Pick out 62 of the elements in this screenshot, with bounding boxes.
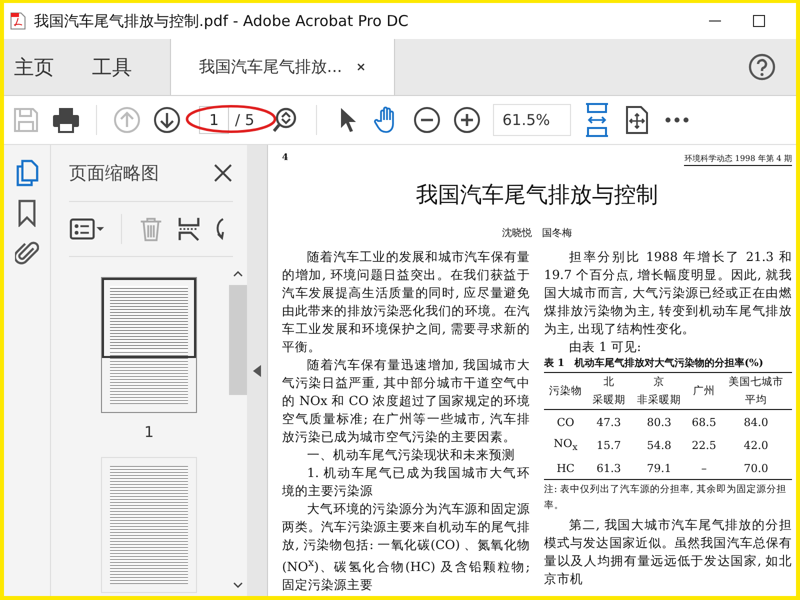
close-icon[interactable] [213, 163, 233, 183]
document-tab[interactable]: 我国汽车尾气排放... [170, 39, 395, 95]
zoom-in-icon[interactable] [453, 106, 482, 134]
panel-title: 页面缩略图 [69, 162, 159, 185]
authors: 沈晓悦 国冬梅 [501, 226, 573, 240]
table-cell: 54.8 [646, 439, 672, 452]
table-note: 注: 表中仅列出了汽车源的分担率, 其余即为固定源分担率。 [544, 483, 788, 514]
paragraph: 第二, 我国大城市汽车尾气排放的分担模式与发达国家近似。虽然我国汽车总保有量以及人均拥有量远远低于发达国家, 如北京市机 [544, 516, 792, 588]
paperclip-icon[interactable] [15, 239, 39, 267]
pages-icon[interactable] [15, 159, 39, 187]
table-cell: 80.3 [646, 416, 672, 429]
column-header: 美国七城市 [728, 376, 784, 388]
paragraph: 随着汽车工业的发展和城市汽车保有量的增加, 环境问题日益突出。在我们获益于汽车发展提高生活质量的同时, 应尽量避免由此带来的排放污染恶化我们的环境。在汽车工业发展和环境保护之间, 需要寻求新的平衡。 [282, 248, 530, 356]
close-icon[interactable] [356, 62, 366, 72]
column-header: 污染物 [549, 385, 582, 397]
journal-header: 环境科学动态 1998 年第 4 期 [684, 153, 792, 166]
page-total: / 5 [235, 111, 254, 129]
page-thumbnail[interactable] [101, 277, 197, 413]
table-cell: 47.3 [596, 416, 621, 429]
maximize-icon[interactable] [752, 14, 766, 28]
page-label: 1 [144, 423, 154, 441]
zoom-out-icon[interactable] [413, 106, 442, 134]
paragraph: 由表 1 可见: [568, 338, 642, 356]
table-cell: 61.3 [596, 462, 621, 476]
paragraph: 大气环境的污染源分为汽车源和固定源两类。汽车污染源主要来自机动车的尾气排放, 污染物包括: 一氧化碳(CO) 、氮氧化物(NO$^{x}$)、碳氢化合物(HC) 及含铅颗粒物; 固定污染源主要 [282, 500, 530, 594]
scroll-up-icon[interactable] [233, 271, 243, 277]
table-cell: 84.0 [744, 416, 768, 429]
table-cell: 68.5 [692, 416, 716, 429]
table-cell: NO$_{x}$ [554, 437, 578, 450]
column-header: 平均 [744, 394, 767, 406]
column-header: 采暖期 [592, 394, 626, 406]
column-header: 京 [654, 376, 665, 388]
table-cell: 15.7 [596, 439, 621, 452]
article-title: 我国汽车尾气排放与控制 [415, 182, 659, 210]
menu-tab[interactable]: 主页 [4, 39, 64, 95]
column-header: 广州 [692, 385, 715, 397]
column-header: 北 [603, 376, 614, 388]
table-cell: – [701, 462, 707, 476]
paragraph: 1. 机动车尾气已成为我国城市大气环境的主要污染源 [282, 464, 530, 500]
window-title: 我国汽车尾气排放与控制.pdf - Adobe Acrobat Pro DC [34, 12, 410, 30]
column-header: 非采暖期 [637, 394, 682, 406]
zoom-dropdown[interactable]: 61.5% [493, 104, 572, 136]
table-cell: HC [556, 462, 575, 476]
paragraph: 担率分别比 1988 年增长了 21.3 和 19.7 个百分点, 增长幅度明显。因此, 就我国大城市而言, 大气污染源已经或正在由燃煤排放污染物为主, 转变到机动车尾气排放为主, 出现了结构性变化。 [544, 248, 792, 338]
scrollbar-thumb[interactable] [229, 285, 247, 395]
menu-tab[interactable]: 工具 [82, 39, 142, 95]
pdf-file-icon [10, 12, 26, 30]
table-cell: 70.0 [744, 462, 768, 476]
paragraph: 随着汽车保有量迅速增加, 我国城市大气污染日益严重, 其中部分城市干道空气中的 NOx 和 CO 浓度超过了国家规定的环境空气质量标准; 在广州等一些城市, 汽车排放污染已成为城市空气污染的主要因素。 [282, 356, 530, 446]
print-icon[interactable] [52, 106, 80, 134]
collapse-arrow-icon[interactable] [253, 364, 261, 376]
table-cell: 22.5 [692, 439, 716, 452]
table-cell: CO [556, 416, 574, 429]
help-icon[interactable] [748, 53, 776, 81]
table-caption: 表 1 机动车尾气排放对大气污染物的分担率(%) [544, 356, 764, 371]
table-cell: 79.1 [646, 462, 672, 476]
section-heading: 一、机动车尾气污染现状和未来预测 [306, 446, 516, 464]
page-number: 4 [282, 153, 288, 163]
table-cell: 42.0 [744, 439, 768, 452]
arrow-down-icon[interactable] [153, 106, 181, 134]
insert-pages-icon[interactable] [176, 215, 202, 243]
scroll-down-icon[interactable] [233, 582, 243, 588]
